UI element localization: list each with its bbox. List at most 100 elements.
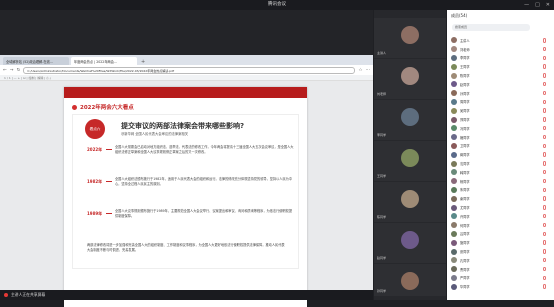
microphone-muted-icon[interactable] xyxy=(543,266,546,272)
avatar xyxy=(451,266,457,273)
refresh-icon[interactable]: ↻ xyxy=(17,68,21,73)
microphone-muted-icon[interactable] xyxy=(543,187,546,193)
menu-icon[interactable]: ⋯ xyxy=(366,68,371,73)
avatar xyxy=(401,231,419,249)
video-tile[interactable]: 赵同学 xyxy=(374,223,446,263)
member-list-item[interactable]: 陈同学 xyxy=(447,71,554,80)
microphone-muted-icon[interactable] xyxy=(543,196,546,201)
microphone-muted-icon[interactable] xyxy=(543,161,546,166)
url-input[interactable]: C:/Users/Administrator/Documents/WeChat%… xyxy=(23,66,356,74)
microphone-muted-icon[interactable] xyxy=(543,275,546,281)
browser-tab[interactable]: 全域解析站 (52)政治理解-在线... xyxy=(3,57,69,65)
video-tile[interactable]: 主讲人 xyxy=(374,18,446,58)
microphone-muted-icon[interactable] xyxy=(543,99,546,105)
member-list-item[interactable]: 韩同学 xyxy=(447,168,554,177)
member-list-item[interactable]: 华同学 xyxy=(447,282,554,291)
microphone-muted-icon[interactable] xyxy=(543,213,546,219)
video-tile[interactable]: 李同学 xyxy=(374,100,446,140)
new-tab-icon[interactable]: + xyxy=(141,59,145,65)
member-list-item[interactable]: 卫同学 xyxy=(447,142,554,151)
member-list-item[interactable]: 张同学 xyxy=(447,247,554,256)
member-list-item[interactable]: 蒋同学 xyxy=(447,150,554,159)
video-tile-name: 李同学 xyxy=(377,133,387,137)
maximize-icon[interactable]: □ xyxy=(535,2,540,8)
video-tile[interactable]: 王同学 xyxy=(374,141,446,181)
member-name: 尤同学 xyxy=(460,206,470,211)
microphone-muted-icon[interactable] xyxy=(543,169,546,175)
microphone-muted-icon[interactable] xyxy=(543,178,546,184)
close-icon[interactable]: ✕ xyxy=(546,2,550,8)
microphone-muted-icon[interactable] xyxy=(543,38,546,43)
microphone-muted-icon[interactable] xyxy=(543,134,546,140)
microphone-muted-icon[interactable] xyxy=(543,117,546,122)
microphone-muted-icon[interactable] xyxy=(543,143,546,149)
microphone-muted-icon[interactable] xyxy=(543,108,546,113)
microphone-muted-icon[interactable] xyxy=(543,222,546,228)
member-search-input[interactable]: 搜索成员 xyxy=(452,24,530,31)
video-tile[interactable]: 孙同学 xyxy=(374,264,446,296)
member-list-item[interactable]: 曹同学 xyxy=(447,265,554,274)
member-list-item[interactable]: 秦同学 xyxy=(447,194,554,203)
member-name: 陈同学 xyxy=(460,74,470,79)
favorite-icon[interactable]: ☆ xyxy=(358,68,362,73)
microphone-muted-icon[interactable] xyxy=(543,257,546,263)
window-controls: — □ ✕ xyxy=(524,2,550,8)
microphone-muted-icon[interactable] xyxy=(543,73,546,78)
microphone-muted-icon[interactable] xyxy=(543,231,546,237)
member-name: 施同学 xyxy=(460,241,470,246)
member-name: 刘老师 xyxy=(460,47,470,52)
microphone-muted-icon[interactable] xyxy=(543,64,546,69)
member-list-item[interactable]: 刘老师 xyxy=(447,45,554,54)
member-list-item[interactable]: 李同学 xyxy=(447,54,554,63)
forward-icon[interactable]: → xyxy=(10,68,14,73)
slide-subtitle: @新华网 全国人民代表大会审议的法律案相关 xyxy=(121,132,188,136)
member-list-item[interactable]: 赵同学 xyxy=(447,80,554,89)
back-icon[interactable]: ← xyxy=(3,68,7,73)
member-list-item[interactable]: 施同学 xyxy=(447,238,554,247)
microphone-muted-icon[interactable] xyxy=(543,125,546,131)
microphone-muted-icon[interactable] xyxy=(543,55,546,61)
microphone-muted-icon[interactable] xyxy=(543,152,546,157)
members-panel-title: 成员(54) xyxy=(451,13,468,18)
browser-tab-active[interactable]: 年度两会热点 | 2022年两会... xyxy=(71,57,137,65)
microphone-muted-icon[interactable] xyxy=(543,90,546,96)
content-card: 看点六 提交审议的两部法律案会带来哪些影响? @新华网 全国人民代表大会审议的法… xyxy=(72,114,299,269)
member-list-item[interactable]: 尤同学 xyxy=(447,203,554,212)
member-list-item[interactable]: 孙同学 xyxy=(447,89,554,98)
avatar xyxy=(451,204,457,211)
avatar xyxy=(451,283,457,290)
member-name: 华同学 xyxy=(460,285,470,290)
avatar xyxy=(451,274,457,281)
avatar xyxy=(451,107,457,114)
microphone-muted-icon[interactable] xyxy=(543,81,546,87)
member-name: 沈同学 xyxy=(460,162,470,167)
microphone-muted-icon[interactable] xyxy=(543,205,546,210)
member-list-item[interactable]: 朱同学 xyxy=(447,186,554,195)
member-list-item[interactable]: 孔同学 xyxy=(447,256,554,265)
member-list-item[interactable]: 周同学 xyxy=(447,98,554,107)
member-list-item[interactable]: 褚同学 xyxy=(447,133,554,142)
member-list-item[interactable]: 许同学 xyxy=(447,212,554,221)
video-tile-name: 陈同学 xyxy=(377,215,387,219)
shared-screen-area: 全域解析站 (52)政治理解-在线... 年度两会热点 | 2022年两会...… xyxy=(0,10,373,307)
member-list-item[interactable]: 吴同学 xyxy=(447,106,554,115)
microphone-muted-icon[interactable] xyxy=(543,249,546,254)
member-list-item[interactable]: 杨同学 xyxy=(447,177,554,186)
microphone-muted-icon[interactable] xyxy=(543,284,546,289)
member-list-item[interactable]: 沈同学 xyxy=(447,159,554,168)
member-list-item[interactable]: 吕同学 xyxy=(447,230,554,239)
avatar xyxy=(451,257,457,264)
member-list-item[interactable]: 冯同学 xyxy=(447,124,554,133)
microphone-muted-icon[interactable] xyxy=(543,240,546,245)
member-list-item[interactable]: 何同学 xyxy=(447,221,554,230)
avatar xyxy=(451,160,457,167)
member-list-item[interactable]: 主讲人 xyxy=(447,36,554,45)
minimize-icon[interactable]: — xyxy=(524,2,529,8)
video-tile[interactable]: 陈同学 xyxy=(374,182,446,222)
video-tile-name: 主讲人 xyxy=(377,51,387,55)
video-tile[interactable]: 刘老师 xyxy=(374,59,446,99)
member-list-item[interactable]: 王同学 xyxy=(447,62,554,71)
member-list-item[interactable]: 严同学 xyxy=(447,274,554,283)
microphone-muted-icon[interactable] xyxy=(543,46,546,52)
member-list-item[interactable]: 郑同学 xyxy=(447,115,554,124)
